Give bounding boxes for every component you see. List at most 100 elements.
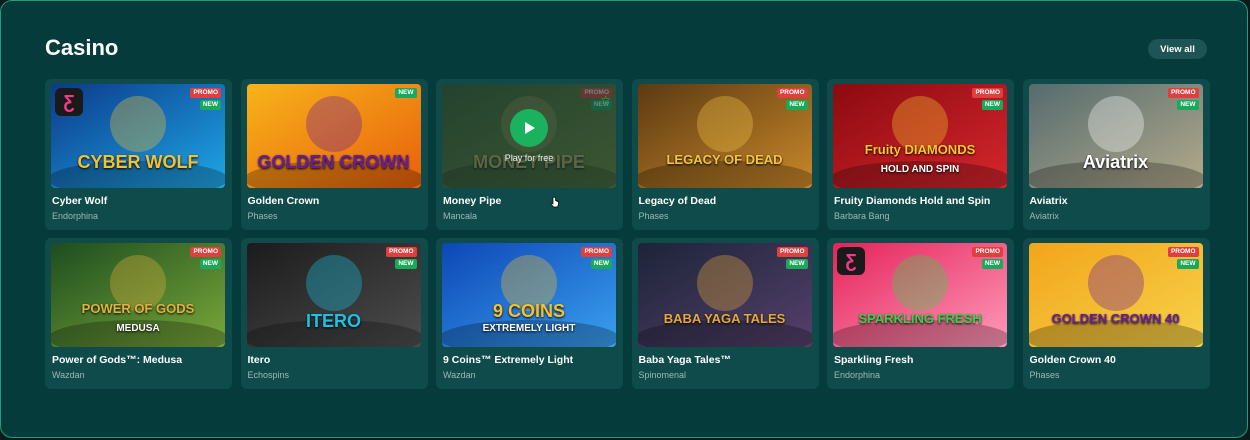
thumbnail-title: CYBER WOLF	[77, 152, 199, 172]
game-name[interactable]: Money Pipe	[443, 195, 501, 207]
game-name[interactable]: 9 Coins™ Extremely Light	[443, 354, 573, 366]
new-badge: NEW	[590, 259, 612, 269]
promo-badge: PROMO	[190, 247, 221, 257]
thumbnail-subtitle: EXTREMELY LIGHT	[482, 323, 576, 334]
badges: PROMO NEW	[776, 88, 808, 110]
game-name[interactable]: Cyber Wolf	[52, 195, 107, 207]
mouse-cursor-icon	[550, 196, 559, 208]
new-badge: NEW	[395, 259, 417, 269]
thumbnail-subtitle: MEDUSA	[116, 323, 160, 334]
new-badge: NEW	[786, 100, 808, 110]
game-card[interactable]: CYBER WOLF Ƹ PROMO NEW Cyber Wolf Endorphina	[45, 79, 232, 230]
provider-logo-icon: Ƹ	[55, 88, 83, 116]
game-provider: Barbara Bang	[834, 211, 890, 221]
thumbnail-title: SPARKLING FRESH	[858, 311, 982, 326]
game-card[interactable]: SPARKLING FRESH Ƹ PROMO NEW Sparkling Fresh E…	[827, 238, 1014, 389]
thumbnail-title: POWER OF GODS	[81, 301, 195, 316]
badges: PROMO NEW	[1167, 88, 1199, 110]
game-provider: Spinomenal	[638, 370, 687, 380]
section-title: Casino	[45, 35, 119, 60]
promo-badge: PROMO	[581, 247, 612, 257]
game-provider: Aviatrix	[1029, 211, 1059, 221]
new-badge: NEW	[395, 88, 417, 98]
game-thumbnail[interactable]: LEGACY OF DEAD PROMO NEW	[637, 84, 812, 188]
game-card[interactable]: POWER OF GODS MEDUSA PROMO NEW Power of Gods…	[45, 238, 232, 389]
game-provider: Phases	[638, 211, 669, 221]
game-card[interactable]: BABA YAGA TALES PROMO NEW Baba Yaga Tales™ S…	[631, 238, 819, 389]
badges: PROMO NEW	[190, 88, 221, 110]
game-thumbnail[interactable]: GOLDEN CROWN NEW	[246, 84, 421, 188]
game-thumbnail[interactable]: ITERO PROMO NEW	[246, 243, 421, 347]
game-card[interactable]: Fruity DIAMONDS HOLD AND SPIN PROMO NEW Frui…	[827, 79, 1014, 230]
game-name[interactable]: Legacy of Dead	[639, 195, 717, 207]
game-card[interactable]: GOLDEN CROWN 40 PROMO NEW Golden Crown 40 Ph…	[1022, 238, 1210, 389]
badges: NEW	[395, 88, 417, 98]
promo-badge: PROMO	[385, 247, 417, 257]
view-all-button[interactable]: View all	[1148, 39, 1207, 59]
game-name[interactable]: Fruity Diamonds Hold and Spin	[834, 195, 990, 207]
game-name[interactable]: Power of Gods™: Medusa	[52, 354, 182, 366]
game-card[interactable]: Aviatrix PROMO NEW Aviatrix Aviatrix	[1022, 79, 1210, 230]
games-grid: CYBER WOLF Ƹ PROMO NEW Cyber Wolf Endorphina G…	[45, 79, 1210, 389]
game-provider: Wazdan	[52, 370, 85, 380]
thumbnail-subtitle: HOLD AND SPIN	[880, 164, 960, 175]
thumbnail-title: LEGACY OF DEAD	[666, 152, 783, 167]
game-provider: Wazdan	[443, 370, 476, 380]
badges: PROMO NEW	[385, 247, 417, 269]
new-badge: NEW	[199, 259, 221, 269]
badges: PROMO NEW	[190, 247, 221, 269]
game-thumbnail[interactable]: GOLDEN CROWN 40 PROMO NEW	[1028, 243, 1203, 347]
game-thumbnail[interactable]: POWER OF GODS MEDUSA PROMO NEW	[51, 243, 225, 347]
new-badge: NEW	[199, 100, 221, 110]
hover-overlay: Play for free	[442, 84, 616, 188]
game-card[interactable]: ITERO PROMO NEW Itero Echospins	[240, 238, 428, 389]
game-provider: Echospins	[247, 370, 290, 380]
promo-badge: PROMO	[776, 88, 808, 98]
game-thumbnail[interactable]: MONEY PIPEPROMONEWPlay for free☆	[442, 84, 616, 188]
game-thumbnail[interactable]: Fruity DIAMONDS HOLD AND SPIN PROMO NEW	[833, 84, 1007, 188]
game-provider: Endorphina	[52, 211, 99, 221]
game-provider: Endorphina	[834, 370, 881, 380]
badges: PROMO NEW	[581, 247, 612, 269]
game-name[interactable]: Golden Crown 40	[1030, 354, 1116, 366]
promo-badge: PROMO	[972, 247, 1003, 257]
game-provider: Phases	[1029, 370, 1060, 380]
badges: PROMO NEW	[972, 247, 1003, 269]
new-badge: NEW	[981, 259, 1003, 269]
game-thumbnail[interactable]: CYBER WOLF Ƹ PROMO NEW	[51, 84, 225, 188]
favorite-star-icon[interactable]: ☆	[600, 93, 611, 107]
thumbnail-title: 9 COINS	[492, 301, 566, 321]
badges: PROMO NEW	[972, 88, 1003, 110]
provider-logo-icon: Ƹ	[837, 247, 865, 275]
promo-badge: PROMO	[972, 88, 1003, 98]
game-thumbnail[interactable]: 9 COINS EXTREMELY LIGHT PROMO NEW	[442, 243, 616, 347]
game-name[interactable]: Baba Yaga Tales™	[639, 354, 731, 366]
promo-badge: PROMO	[1167, 88, 1199, 98]
thumbnail-title: GOLDEN CROWN 40	[1051, 311, 1180, 326]
play-button[interactable]	[510, 109, 548, 147]
game-card[interactable]: LEGACY OF DEAD PROMO NEW Legacy of Dead Phas…	[631, 79, 819, 230]
promo-badge: PROMO	[776, 247, 808, 257]
game-name[interactable]: Aviatrix	[1030, 195, 1068, 207]
thumbnail-title: BABA YAGA TALES	[663, 311, 786, 326]
play-for-free-label: Play for free	[504, 153, 554, 163]
game-thumbnail[interactable]: SPARKLING FRESH Ƹ PROMO NEW	[833, 243, 1007, 347]
badges: PROMO NEW	[1167, 247, 1199, 269]
game-name[interactable]: Itero	[248, 354, 271, 366]
game-thumbnail[interactable]: Aviatrix PROMO NEW	[1028, 84, 1203, 188]
game-card[interactable]: GOLDEN CROWN NEW Golden Crown Phases	[240, 79, 428, 230]
game-card[interactable]: MONEY PIPEPROMONEWPlay for free☆Money Pi…	[436, 79, 623, 230]
thumbnail-title: ITERO	[305, 311, 361, 331]
new-badge: NEW	[786, 259, 808, 269]
game-card[interactable]: 9 COINS EXTREMELY LIGHT PROMO NEW 9 Coins™ E…	[436, 238, 623, 389]
game-name[interactable]: Golden Crown	[248, 195, 320, 207]
thumbnail-title: GOLDEN CROWN	[257, 152, 410, 172]
thumbnail-title: Aviatrix	[1082, 152, 1149, 172]
casino-section: Casino View all CYBER WOLF Ƹ PROMO NEW Cyber…	[0, 0, 1248, 438]
game-name[interactable]: Sparkling Fresh	[834, 354, 913, 366]
badges: PROMO NEW	[776, 247, 808, 269]
thumbnail-title: Fruity DIAMONDS	[864, 142, 976, 157]
game-provider: Phases	[247, 211, 278, 221]
game-thumbnail[interactable]: BABA YAGA TALES PROMO NEW	[637, 243, 812, 347]
new-badge: NEW	[1177, 100, 1199, 110]
